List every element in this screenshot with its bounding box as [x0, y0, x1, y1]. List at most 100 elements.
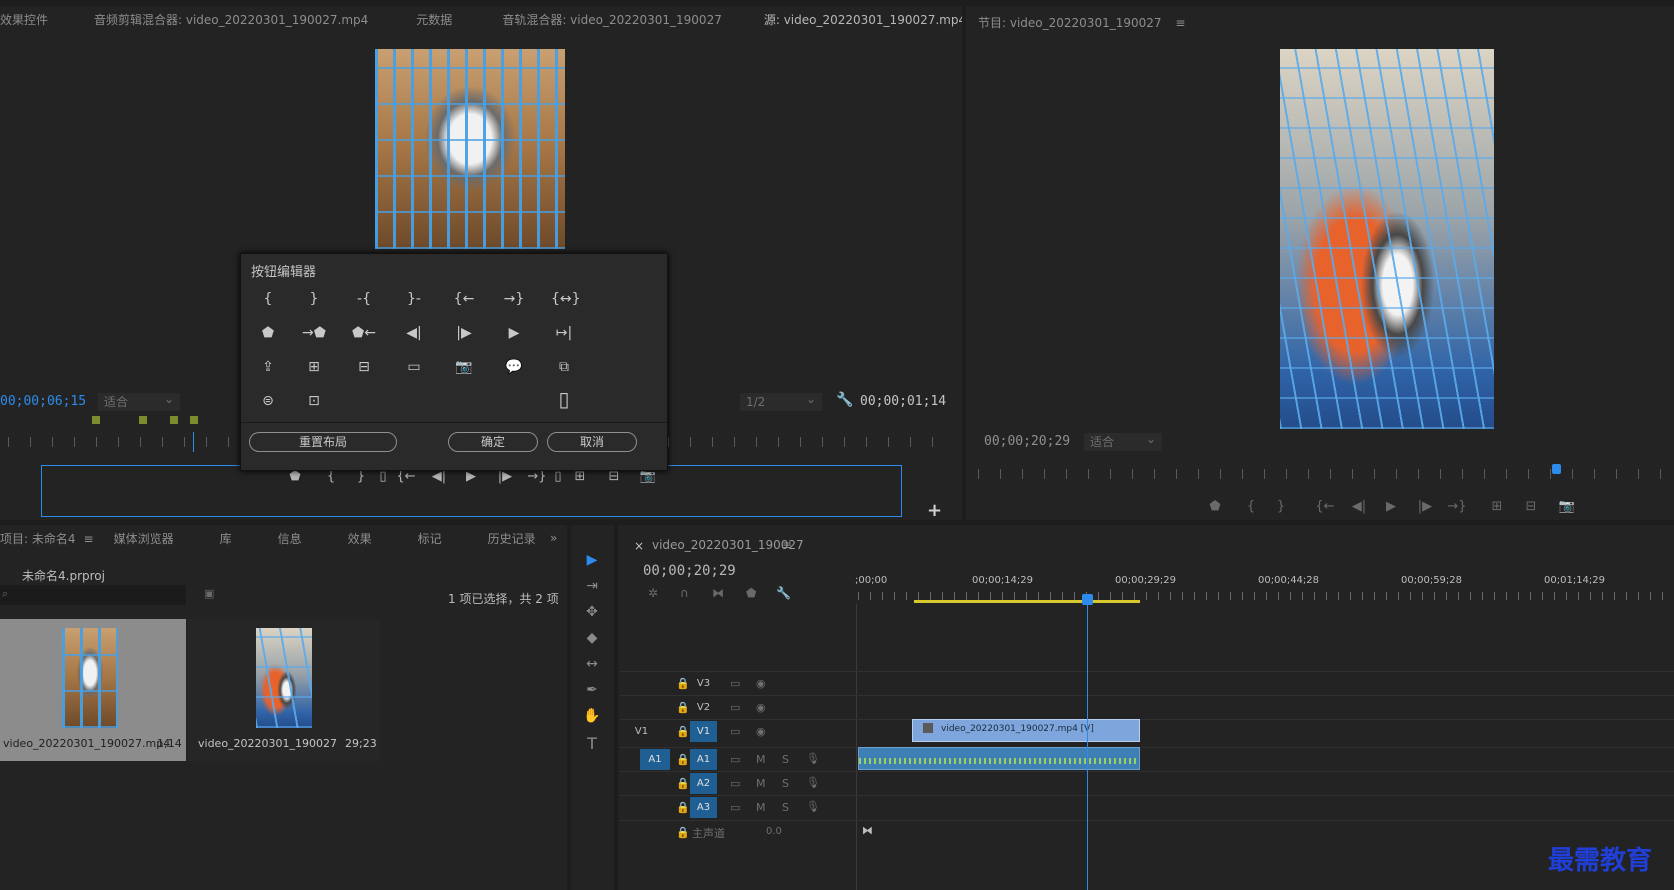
add-marker-icon[interactable]: ⬟ — [746, 586, 756, 600]
program-go-to-in-button[interactable]: {← — [1314, 498, 1336, 516]
project-overflow-icon[interactable]: » — [550, 531, 557, 545]
slip-tool-icon[interactable]: ↔ — [580, 656, 604, 672]
solo-button[interactable]: S — [782, 753, 789, 766]
lock-icon[interactable]: 🔒 — [676, 777, 690, 790]
program-step-forward-button[interactable]: |▶ — [1414, 498, 1436, 516]
master-volume-value[interactable]: 0.0 — [766, 826, 782, 837]
source-marker-1[interactable] — [92, 416, 100, 424]
source-add-button-icon[interactable]: + — [927, 500, 942, 521]
track-v3[interactable]: 🔒 V3 ▭ ◉ — [620, 671, 1674, 694]
go-to-end-icon[interactable]: ⧓ — [862, 824, 873, 837]
timeline-timecode[interactable]: 00;00;20;29 — [643, 563, 736, 579]
editor-safe-margins-button[interactable]: ▭ — [401, 356, 427, 378]
snap-icon[interactable]: ∩ — [680, 586, 689, 600]
source-playhead-line[interactable] — [193, 432, 194, 452]
tab-history[interactable]: 历史记录 — [474, 525, 550, 553]
sync-lock-icon[interactable]: ▭ — [730, 725, 740, 738]
ok-button[interactable]: 确定 — [448, 432, 538, 452]
new-bin-icon[interactable]: ▣ — [204, 587, 214, 600]
track-select-tool-icon[interactable]: ⇥ — [580, 578, 604, 594]
type-tool-icon[interactable]: T — [580, 734, 604, 753]
editor-comparison-view-button[interactable]: ⊡ — [301, 390, 327, 412]
program-title[interactable]: 节目: video_20220301_190027 — [978, 16, 1162, 30]
program-mark-out-button[interactable]: } — [1270, 498, 1292, 516]
source-quality-dropdown[interactable]: 1/2 — [740, 390, 822, 411]
lock-icon[interactable]: 🔒 — [676, 801, 690, 814]
tab-effect-controls[interactable]: 效果控件 — [0, 6, 62, 34]
source-v1-label[interactable]: V1 — [628, 721, 655, 742]
lock-icon[interactable]: 🔒 — [676, 677, 690, 690]
tab-source[interactable]: 源: video_20220301_190027.mp4 — [749, 6, 962, 34]
source-settings-wrench-icon[interactable]: 🔧 — [836, 392, 853, 408]
editor-mark-out-button[interactable]: } — [301, 288, 327, 310]
source-a1-label[interactable]: A1 — [640, 749, 670, 770]
tab-info[interactable]: 信息 — [264, 525, 316, 553]
tab-project[interactable]: 项目: 未命名4 — [0, 525, 90, 553]
source-fit-dropdown[interactable]: 适合 — [98, 390, 180, 411]
editor-insert-button[interactable]: ⊞ — [301, 356, 327, 378]
track-a3-label[interactable]: A3 — [690, 797, 717, 818]
editor-step-back-button[interactable]: ◀| — [401, 322, 427, 344]
nest-toggle-icon[interactable]: ✲ — [648, 586, 658, 600]
linked-selection-icon[interactable]: ⧓ — [712, 586, 724, 600]
editor-next-marker-button[interactable]: →⬟ — [301, 322, 327, 344]
program-fit-dropdown[interactable]: 适合 — [1084, 430, 1162, 451]
track-v3-label[interactable]: V3 — [690, 673, 717, 694]
ripple-edit-tool-icon[interactable]: ✥ — [580, 604, 604, 620]
program-timecode[interactable]: 00;00;20;29 — [984, 434, 1070, 449]
editor-captions-button[interactable]: 💬 — [501, 356, 527, 378]
source-marker-2[interactable] — [139, 416, 147, 424]
timeline-settings-icon[interactable]: 🔧 — [776, 586, 791, 600]
sync-lock-icon[interactable]: ▭ — [730, 777, 740, 790]
editor-clear-out-button[interactable]: }- — [401, 288, 427, 310]
source-marker-4[interactable] — [190, 416, 198, 424]
program-add-marker-button[interactable]: ⬟ — [1204, 498, 1226, 516]
tab-markers[interactable]: 标记 — [404, 525, 456, 553]
editor-play-button[interactable]: ▶ — [501, 322, 527, 344]
editor-multi-camera-button[interactable]: ⧉ — [551, 356, 577, 378]
reset-layout-button[interactable]: 重置布局 — [249, 432, 397, 452]
sync-lock-icon[interactable]: ▭ — [730, 677, 740, 690]
source-playhead-timecode[interactable]: 00;00;06;15 — [0, 394, 86, 409]
editor-add-marker-button[interactable]: ⬟ — [255, 322, 281, 344]
editor-play-around-button[interactable]: ↦| — [551, 322, 577, 344]
microphone-icon[interactable]: 🎙 — [806, 776, 820, 789]
editor-spacer-button[interactable]: ▯ — [551, 388, 577, 410]
tab-audio-track-mixer[interactable]: 音轨混合器: video_20220301_190027 — [488, 6, 736, 34]
mute-button[interactable]: M — [756, 801, 766, 814]
audio-clip[interactable] — [858, 747, 1140, 770]
program-extract-button[interactable]: ⊟ — [1520, 498, 1542, 516]
lock-icon[interactable]: 🔒 — [676, 725, 690, 738]
timeline-sequence-tab[interactable]: video_20220301_190027 — [652, 538, 804, 552]
program-playhead-icon[interactable] — [1552, 464, 1561, 474]
track-v2-label[interactable]: V2 — [690, 697, 717, 718]
cancel-button[interactable]: 取消 — [547, 432, 637, 452]
project-search-input[interactable] — [0, 585, 186, 605]
editor-export-frame-button[interactable]: 📷 — [451, 356, 477, 378]
program-mark-in-button[interactable]: { — [1240, 498, 1262, 516]
razor-tool-icon[interactable]: ◆ — [580, 630, 604, 646]
microphone-icon[interactable]: 🎙 — [806, 800, 820, 813]
editor-vr-video-button[interactable]: ⊜ — [255, 390, 281, 412]
project-item-1[interactable]: video_20220301_190027.mp4 1;14 — [0, 619, 186, 761]
work-area-bar[interactable] — [914, 600, 1140, 603]
editor-step-forward-button[interactable]: |▶ — [451, 322, 477, 344]
lock-icon[interactable]: 🔒 — [676, 753, 690, 766]
tab-media-browser[interactable]: 媒体浏览器 — [100, 525, 188, 553]
mute-button[interactable]: M — [756, 753, 766, 766]
timeline-playhead-head[interactable] — [1082, 594, 1093, 605]
eye-icon[interactable]: ◉ — [756, 677, 766, 690]
editor-clear-in-button[interactable]: -{ — [351, 288, 377, 310]
editor-prev-marker-button[interactable]: ⬟← — [351, 322, 377, 344]
track-a2-label[interactable]: A2 — [690, 773, 717, 794]
selection-tool-icon[interactable]: ▶ — [580, 552, 604, 568]
track-a3[interactable]: 🔒 A3 ▭ M S 🎙 — [620, 795, 1674, 818]
tab-effects[interactable]: 效果 — [334, 525, 386, 553]
eye-icon[interactable]: ◉ — [756, 725, 766, 738]
project-item-2[interactable]: video_20220301_190027 29;23 — [188, 619, 380, 761]
track-a2[interactable]: 🔒 A2 ▭ M S 🎙 — [620, 771, 1674, 794]
tab-audio-clip-mixer[interactable]: 音频剪辑混合器: video_20220301_190027.mp4 — [80, 6, 382, 34]
program-panel-menu-icon[interactable]: ≡ — [1175, 16, 1185, 30]
sync-lock-icon[interactable]: ▭ — [730, 701, 740, 714]
video-clip[interactable]: video_20220301_190027.mp4 [V] — [912, 719, 1140, 742]
